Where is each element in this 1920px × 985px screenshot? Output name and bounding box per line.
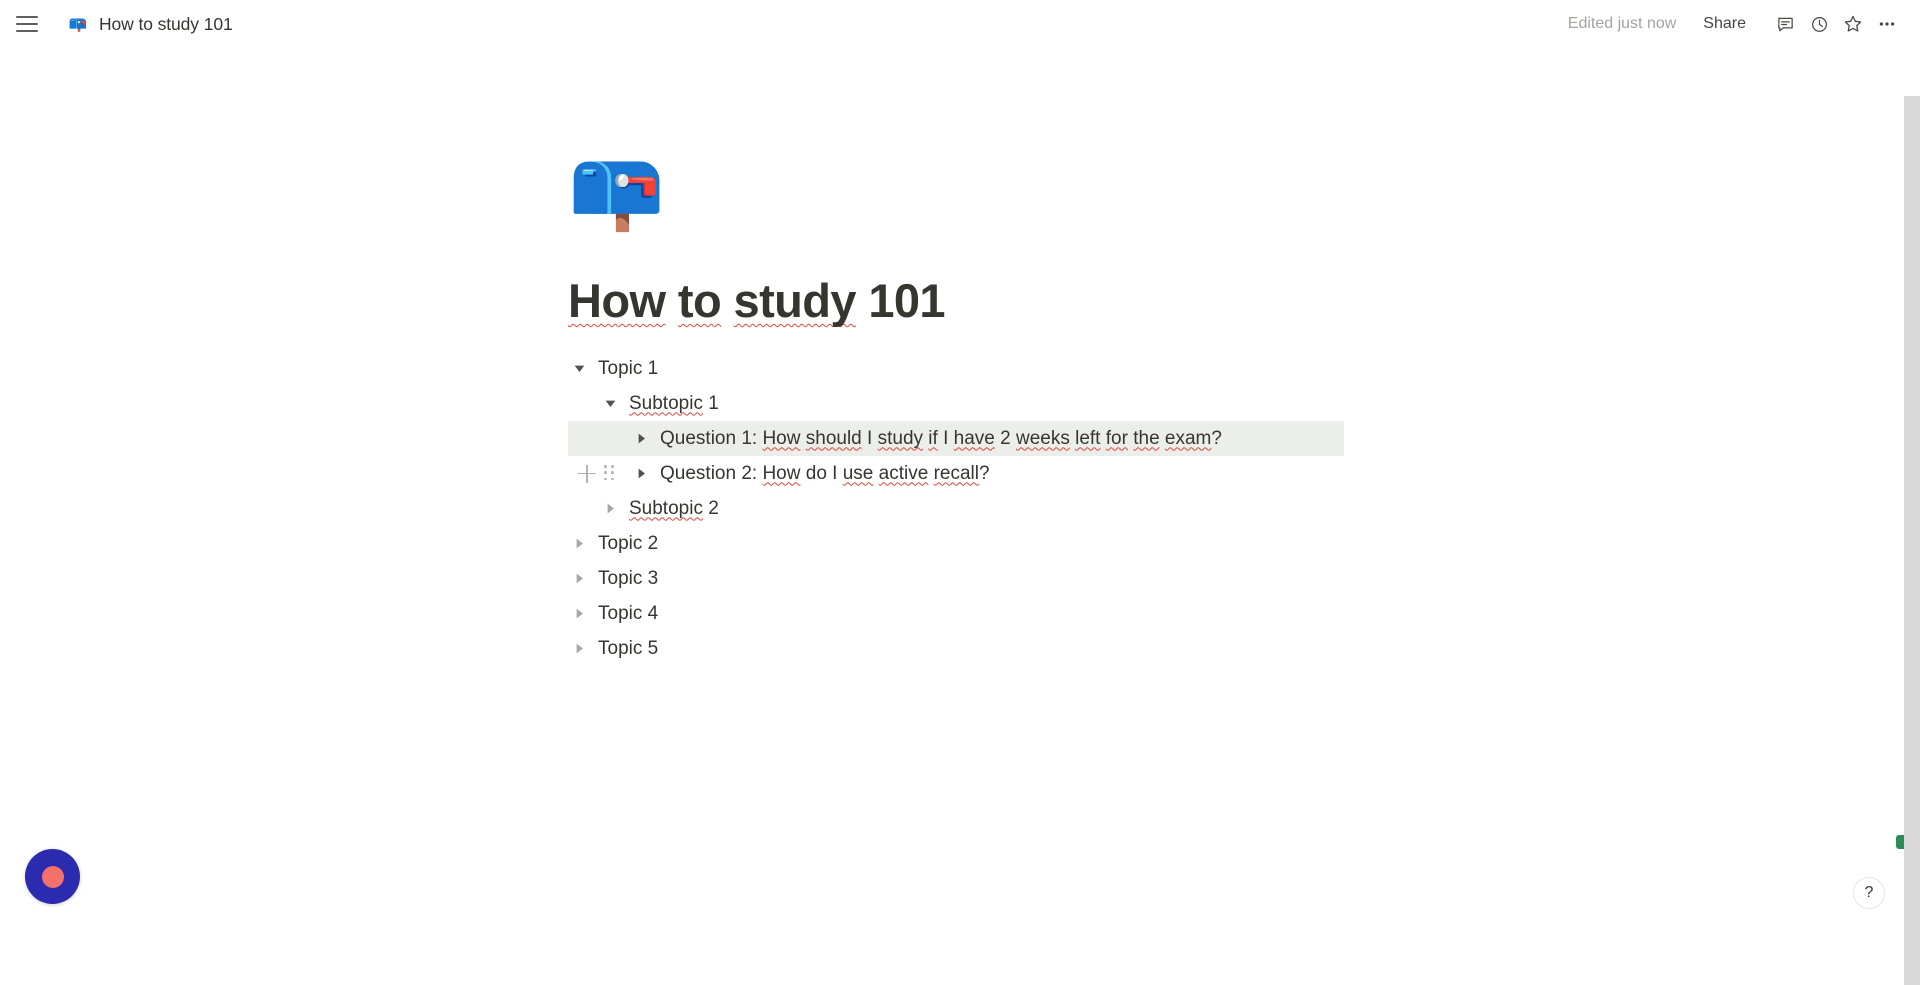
toggle-triangle-expanded-icon[interactable]: [599, 398, 621, 409]
page-body: 📪 How to study 101 Topic 1 Subtopic 1 Ques…: [0, 48, 1920, 985]
toggle-label-word: study: [877, 427, 924, 449]
toggle-label-word: should: [805, 427, 862, 449]
top-bar-actions: Edited just now Share: [1568, 7, 1904, 41]
toggle-label-word: Topic 1: [598, 357, 659, 379]
page-title-word: How: [568, 274, 666, 327]
toggle-label-word: 2: [702, 497, 719, 519]
toggle-label-word: Subtopic: [629, 497, 703, 519]
page-title-word: [721, 274, 733, 327]
toggle-label-subtopic-1[interactable]: Subtopic 1: [629, 393, 719, 415]
toggle-label-word: Question 2:: [660, 462, 763, 484]
toggle-list: Topic 1 Subtopic 1 Question 1: How should …: [568, 351, 1468, 666]
toggle-label-word: Subtopic: [629, 392, 703, 414]
toggle-label-word: recall: [933, 462, 979, 484]
hamburger-line: [16, 23, 38, 25]
toggle-triangle-collapsed-icon[interactable]: [568, 608, 590, 619]
toggle-label-word: if: [928, 427, 938, 449]
toggle-label-question-2[interactable]: Question 2: How do I use active recall?: [660, 463, 990, 485]
block-gutter-controls: [578, 456, 615, 491]
toggle-row-topic-1[interactable]: Topic 1: [568, 351, 1468, 386]
comment-icon[interactable]: [1768, 7, 1802, 41]
toggle-label-word: the: [1133, 427, 1160, 449]
page-title-word: 101: [855, 274, 945, 327]
share-button[interactable]: Share: [1703, 15, 1746, 33]
breadcrumb-emoji-icon[interactable]: 📪: [68, 14, 88, 34]
toggle-label-word: left: [1075, 427, 1101, 449]
toggle-label-word: have: [953, 427, 995, 449]
toggle-label-word: use: [842, 462, 874, 484]
edited-status: Edited just now: [1567, 15, 1677, 32]
star-icon[interactable]: [1836, 7, 1870, 41]
toggle-triangle-collapsed-icon[interactable]: [630, 433, 652, 444]
toggle-row-topic-3[interactable]: Topic 3: [568, 561, 1468, 596]
hamburger-line: [16, 16, 38, 18]
toggle-label-word: Topic 5: [598, 637, 659, 659]
page-emoji-icon[interactable]: 📪: [568, 150, 665, 228]
toggle-triangle-collapsed-icon[interactable]: [599, 503, 621, 514]
drag-dot: [611, 465, 614, 468]
toggle-triangle-expanded-icon[interactable]: [568, 363, 590, 374]
history-icon[interactable]: [1802, 7, 1836, 41]
record-button[interactable]: [25, 849, 80, 904]
add-block-icon[interactable]: [578, 464, 596, 483]
breadcrumb-title[interactable]: How to study 101: [99, 14, 233, 35]
toggle-label-word: for: [1105, 427, 1128, 449]
page-scrollbar[interactable]: [1904, 96, 1920, 985]
page-title-word: to: [677, 274, 722, 327]
toggle-triangle-collapsed-icon[interactable]: [568, 643, 590, 654]
toggle-triangle-collapsed-icon[interactable]: [568, 538, 590, 549]
toggle-label-word: ?: [1211, 427, 1222, 449]
toggle-label-word: Topic 3: [598, 567, 659, 589]
toggle-label-topic-4[interactable]: Topic 4: [598, 603, 658, 625]
toggle-row-question-1[interactable]: Question 1: How should I study if I have…: [568, 421, 1344, 456]
toggle-label-word: do I: [800, 462, 843, 484]
top-bar: 📪 How to study 101 Edited just now Share: [0, 0, 1920, 48]
record-inner-dot-icon: [41, 865, 64, 888]
drag-dot: [604, 477, 607, 481]
drag-handle-icon[interactable]: [604, 465, 615, 482]
toggle-label-word: I: [861, 427, 878, 449]
toggle-row-topic-2[interactable]: Topic 2: [568, 526, 1468, 561]
toggle-row-topic-5[interactable]: Topic 5: [568, 631, 1468, 666]
toggle-label-word: weeks: [1015, 427, 1070, 449]
toggle-row-question-2[interactable]: Question 2: How do I use active recall?: [568, 456, 1468, 491]
toggle-label-word: I: [937, 427, 954, 449]
toggle-label-word: ?: [978, 462, 990, 484]
page-title-word: [665, 274, 677, 327]
toggle-label-word: How: [762, 427, 801, 449]
toggle-label-subtopic-2[interactable]: Subtopic 2: [629, 498, 719, 520]
toggle-label-word: How: [762, 462, 801, 484]
hamburger-line: [16, 30, 38, 32]
toggle-row-topic-4[interactable]: Topic 4: [568, 596, 1468, 631]
page-title[interactable]: How to study 101: [568, 273, 946, 328]
toggle-label-topic-1[interactable]: Topic 1: [598, 358, 658, 380]
toggle-label-word: Topic 4: [598, 602, 659, 624]
drag-dot: [611, 477, 614, 481]
page-title-word: study: [733, 274, 857, 327]
toggle-label-word: Question 1:: [660, 427, 763, 449]
toggle-label-word: exam: [1164, 427, 1212, 449]
toggle-label-word: 1: [702, 392, 719, 414]
more-options-icon[interactable]: [1870, 7, 1904, 41]
toggle-triangle-collapsed-icon[interactable]: [630, 468, 652, 479]
toggle-label-word: 2: [994, 427, 1016, 449]
drag-dot: [604, 465, 607, 468]
toggle-label-topic-3[interactable]: Topic 3: [598, 568, 658, 590]
toggle-row-subtopic-2[interactable]: Subtopic 2: [568, 491, 1468, 526]
toggle-label-word: Topic 2: [598, 532, 659, 554]
toggle-label-word: active: [878, 462, 929, 484]
toggle-row-subtopic-1[interactable]: Subtopic 1: [568, 386, 1468, 421]
help-button[interactable]: ?: [1853, 877, 1885, 909]
toggle-triangle-collapsed-icon[interactable]: [568, 573, 590, 584]
drag-dot: [604, 471, 607, 474]
hamburger-icon[interactable]: [16, 11, 42, 37]
toggle-label-topic-5[interactable]: Topic 5: [598, 638, 658, 660]
toggle-label-topic-2[interactable]: Topic 2: [598, 533, 658, 555]
drag-dot: [611, 471, 614, 474]
toggle-label-question-1[interactable]: Question 1: How should I study if I have…: [660, 428, 1222, 450]
